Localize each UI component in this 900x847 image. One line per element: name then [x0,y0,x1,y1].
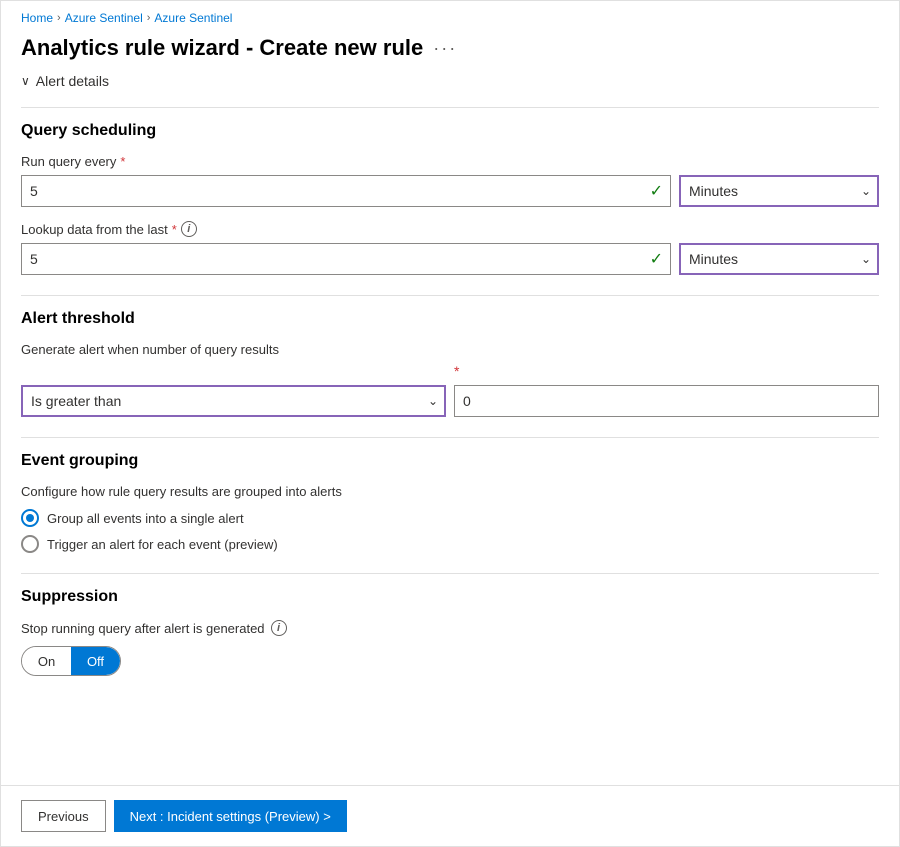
page-title-row: Analytics rule wizard - Create new rule … [1,29,899,73]
threshold-value-input[interactable] [454,385,879,417]
breadcrumb-home[interactable]: Home [21,11,53,25]
radio-single-circle [21,509,39,527]
page-title: Analytics rule wizard - Create new rule [21,35,423,61]
alert-threshold-title: Alert threshold [21,310,879,328]
run-query-value-col: ✓ [21,175,671,207]
footer: Previous Next : Incident settings (Previ… [1,785,899,846]
query-scheduling-section: Query scheduling Run query every * ✓ Min… [21,122,879,275]
lookup-label: Lookup data from the last [21,222,168,237]
suppression-info-icon[interactable]: i [271,620,287,636]
run-query-row: ✓ Minutes Hours Days ⌄ [21,175,879,207]
run-query-unit-select-wrap: Minutes Hours Days ⌄ [679,175,879,207]
event-grouping-desc: Configure how rule query results are gro… [21,484,879,499]
threshold-value-wrap: * [454,363,879,417]
run-query-label-row: Run query every * [21,154,879,169]
alert-details-header[interactable]: ∨ Alert details [21,73,879,89]
suppression-section: Suppression Stop running query after ale… [21,588,879,676]
generate-alert-text: Generate alert when number of query resu… [21,342,279,357]
threshold-condition-select-wrap: Is greater than Is less than Is equal to… [21,385,446,417]
run-query-input-wrap: ✓ [21,175,671,207]
radio-option-each[interactable]: Trigger an alert for each event (preview… [21,535,879,553]
section-divider-1 [21,107,879,108]
toggle-on-option[interactable]: On [22,647,71,675]
main-content: ∨ Alert details Query scheduling Run que… [1,73,899,785]
run-query-unit-select[interactable]: Minutes Hours Days [679,175,879,207]
previous-button[interactable]: Previous [21,800,106,832]
threshold-row: Is greater than Is less than Is equal to… [21,363,879,417]
lookup-info-icon[interactable]: i [181,221,197,237]
suppression-desc: Stop running query after alert is genera… [21,620,879,636]
lookup-required: * [172,222,177,237]
lookup-label-row: Lookup data from the last * i [21,221,879,237]
breadcrumb-sep-2: › [147,12,151,24]
lookup-value-col: ✓ [21,243,671,275]
collapse-icon: ∨ [21,74,30,88]
suppression-desc-text: Stop running query after alert is genera… [21,621,265,636]
next-button[interactable]: Next : Incident settings (Preview) > [114,800,347,832]
run-query-label: Run query every [21,154,116,169]
section-divider-2 [21,295,879,296]
lookup-input[interactable] [21,243,671,275]
lookup-unit-select[interactable]: Minutes Hours Days [679,243,879,275]
radio-option-single[interactable]: Group all events into a single alert [21,509,879,527]
breadcrumb-sep-1: › [57,12,61,24]
run-query-input[interactable] [21,175,671,207]
breadcrumb-sentinel-2[interactable]: Azure Sentinel [154,11,232,25]
section-divider-4 [21,573,879,574]
event-grouping-section: Event grouping Configure how rule query … [21,452,879,553]
page-container: Home › Azure Sentinel › Azure Sentinel A… [0,0,900,847]
breadcrumb: Home › Azure Sentinel › Azure Sentinel [1,1,899,29]
lookup-row: ✓ Minutes Hours Days ⌄ [21,243,879,275]
lookup-unit-col: Minutes Hours Days ⌄ [679,243,879,275]
run-query-required: * [120,154,125,169]
run-query-check: ✓ [650,181,663,201]
generate-alert-label: Generate alert when number of query resu… [21,342,879,357]
toggle-off-option[interactable]: Off [71,647,120,675]
lookup-check: ✓ [650,249,663,269]
run-query-unit-col: Minutes Hours Days ⌄ [679,175,879,207]
breadcrumb-sentinel-1[interactable]: Azure Sentinel [65,11,143,25]
suppression-title: Suppression [21,588,879,606]
ellipsis-button[interactable]: ··· [433,38,457,59]
alert-details-label: Alert details [36,73,109,89]
section-divider-3 [21,437,879,438]
event-grouping-title: Event grouping [21,452,879,470]
threshold-required-star: * [454,363,459,379]
lookup-unit-select-wrap: Minutes Hours Days ⌄ [679,243,879,275]
radio-each-circle [21,535,39,553]
radio-each-label: Trigger an alert for each event (preview… [47,537,278,552]
radio-single-label: Group all events into a single alert [47,511,244,526]
query-scheduling-title: Query scheduling [21,122,879,140]
lookup-input-wrap: ✓ [21,243,671,275]
alert-threshold-section: Alert threshold Generate alert when numb… [21,310,879,417]
suppression-toggle[interactable]: On Off [21,646,121,676]
threshold-required-row: * [454,363,879,379]
threshold-condition-select[interactable]: Is greater than Is less than Is equal to [21,385,446,417]
threshold-condition-wrap: Is greater than Is less than Is equal to… [21,385,446,417]
